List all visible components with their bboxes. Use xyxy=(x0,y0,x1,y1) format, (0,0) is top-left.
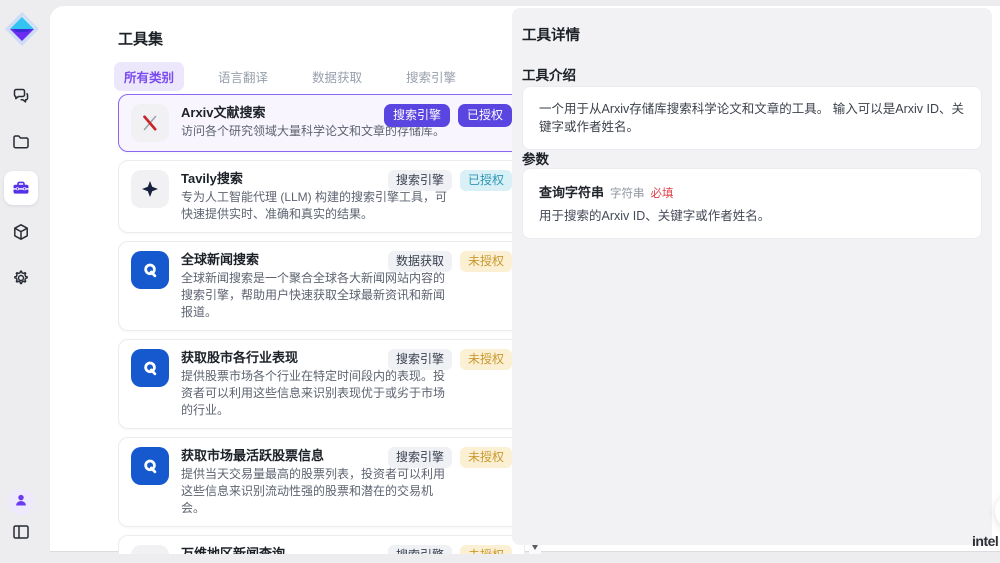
auth-status-badge: 已授权 xyxy=(460,170,512,191)
category-badge: 数据获取 xyxy=(388,251,452,272)
category-badge: 搜索引擎 xyxy=(388,349,452,370)
category-tab-1[interactable]: 所有类别 xyxy=(114,62,184,91)
tool-badges: 搜索引擎已授权 xyxy=(384,104,512,127)
tool-description: 全球新闻搜索是一个聚合全球各大新闻网站内容的搜索引擎，帮助用户快速获取全球最新资… xyxy=(181,270,449,321)
auth-status-badge: 未授权 xyxy=(460,447,512,468)
category-badge: 搜索引擎 xyxy=(388,170,452,191)
category-tab-4[interactable]: 搜索引擎 xyxy=(396,62,466,91)
tool-badges: 数据获取未授权 xyxy=(388,251,512,272)
tool-description: 提供当天交易量最高的股票列表，投资者可以利用这些信息来识别流动性强的股票和潜在的… xyxy=(181,466,449,517)
sidebar-item-settings[interactable] xyxy=(11,268,31,288)
collapse-sidebar-button[interactable] xyxy=(11,522,31,542)
main-content-panel: 工具集 所有类别语言翻译数据获取搜索引擎 Arxiv文献搜索访问各个研究领域大量… xyxy=(50,6,1000,552)
user-avatar-icon xyxy=(13,492,29,513)
user-avatar[interactable] xyxy=(8,489,34,515)
category-badge: 搜索引擎 xyxy=(388,447,452,468)
juhe-logo-icon xyxy=(131,447,169,485)
category-badge: 搜索引擎 xyxy=(388,545,452,554)
tool-badges: 搜索引擎已授权 xyxy=(388,170,512,191)
tool-badges: 搜索引擎未授权 xyxy=(388,447,512,468)
chat-icon xyxy=(11,86,31,106)
tool-card[interactable]: 万维地区新闻查询查询具体行政区划内的新闻，快速了解各地新闻动搜索引擎未授权 xyxy=(118,535,525,554)
left-icon-rail xyxy=(0,0,42,563)
toolbox-icon xyxy=(11,178,31,198)
param-type: 字符串 xyxy=(610,185,645,201)
detail-title: 工具详情 xyxy=(522,24,580,45)
juhe-logo-icon xyxy=(131,251,169,289)
tool-card[interactable]: Arxiv文献搜索访问各个研究领域大量科学论文和文章的存储库。搜索引擎已授权 xyxy=(118,94,525,152)
tool-detail-panel: 工具详情 工具介绍 一个用于从Arxiv存储库搜索科学论文和文章的工具。 输入可… xyxy=(512,8,992,545)
app-window: 工具集 所有类别语言翻译数据获取搜索引擎 Arxiv文献搜索访问各个研究领域大量… xyxy=(0,0,1000,563)
scrollbar-down-arrow-icon[interactable] xyxy=(532,545,538,550)
category-tab-2[interactable]: 语言翻译 xyxy=(208,62,278,91)
tavily-logo-icon xyxy=(131,170,169,208)
sidebar-item-packages[interactable] xyxy=(11,222,31,242)
tool-description: 提供股票市场各个行业在特定时间段内的表现。投资者可以利用这些信息来识别表现优于或… xyxy=(181,368,449,419)
gear-icon xyxy=(11,268,31,288)
news-icon xyxy=(131,545,169,554)
tool-card[interactable]: 全球新闻搜索全球新闻搜索是一个聚合全球各大新闻网站内容的搜索引擎，帮助用户快速获… xyxy=(118,241,525,331)
tool-description: 专为人工智能代理 (LLM) 构建的搜索引擎工具，可快速提供实时、准确和真实的结… xyxy=(181,189,449,223)
tool-card[interactable]: 获取市场最活跃股票信息提供当天交易量最高的股票列表，投资者可以利用这些信息来识别… xyxy=(118,437,525,527)
intro-heading: 工具介绍 xyxy=(522,64,576,84)
tool-badges: 搜索引擎未授权 xyxy=(388,545,512,554)
download-button[interactable] xyxy=(995,493,1000,529)
auth-status-badge: 已授权 xyxy=(458,104,512,127)
sidebar-item-chat[interactable] xyxy=(11,86,31,106)
app-logo xyxy=(4,11,40,47)
auth-status-badge: 未授权 xyxy=(460,251,512,272)
sidebar-item-files[interactable] xyxy=(11,132,31,152)
diamond-logo-icon xyxy=(4,11,40,47)
param-name: 查询字符串 xyxy=(539,182,604,201)
collapse-panel-icon xyxy=(11,529,31,546)
juhe-logo-icon xyxy=(131,349,169,387)
tool-card[interactable]: 获取股市各行业表现提供股票市场各个行业在特定时间段内的表现。投资者可以利用这些信… xyxy=(118,339,525,429)
category-badge: 搜索引擎 xyxy=(384,104,450,127)
param-required-flag: 必填 xyxy=(651,185,674,201)
tool-list: Arxiv文献搜索访问各个研究领域大量科学论文和文章的存储库。搜索引擎已授权 Ta… xyxy=(118,94,525,554)
tool-badges: 搜索引擎未授权 xyxy=(388,349,512,370)
page-title: 工具集 xyxy=(118,28,163,49)
sidebar-item-tools-active[interactable] xyxy=(4,171,38,205)
intro-box: 一个用于从Arxiv存储库搜索科学论文和文章的工具。 输入可以是Arxiv ID… xyxy=(522,86,982,150)
intro-text: 一个用于从Arxiv存储库搜索科学论文和文章的工具。 输入可以是Arxiv ID… xyxy=(539,100,965,136)
auth-status-badge: 未授权 xyxy=(460,349,512,370)
folder-icon xyxy=(11,132,31,152)
param-description: 用于搜索的Arxiv ID、关键字或作者姓名。 xyxy=(539,208,965,225)
intel-core-logo: intelcore ultra xyxy=(976,533,1000,563)
params-box: 查询字符串字符串必填用于搜索的Arxiv ID、关键字或作者姓名。 xyxy=(522,168,982,239)
arxiv-logo-icon xyxy=(131,104,169,142)
params-heading: 参数 xyxy=(522,148,549,168)
auth-status-badge: 未授权 xyxy=(460,545,512,554)
cube-icon xyxy=(11,222,31,242)
tool-card[interactable]: Tavily搜索专为人工智能代理 (LLM) 构建的搜索引擎工具，可快速提供实时… xyxy=(118,160,525,233)
category-tab-3[interactable]: 数据获取 xyxy=(302,62,372,91)
intel-brand-text: intel xyxy=(972,533,998,549)
category-tabs: 所有类别语言翻译数据获取搜索引擎 xyxy=(114,62,466,91)
